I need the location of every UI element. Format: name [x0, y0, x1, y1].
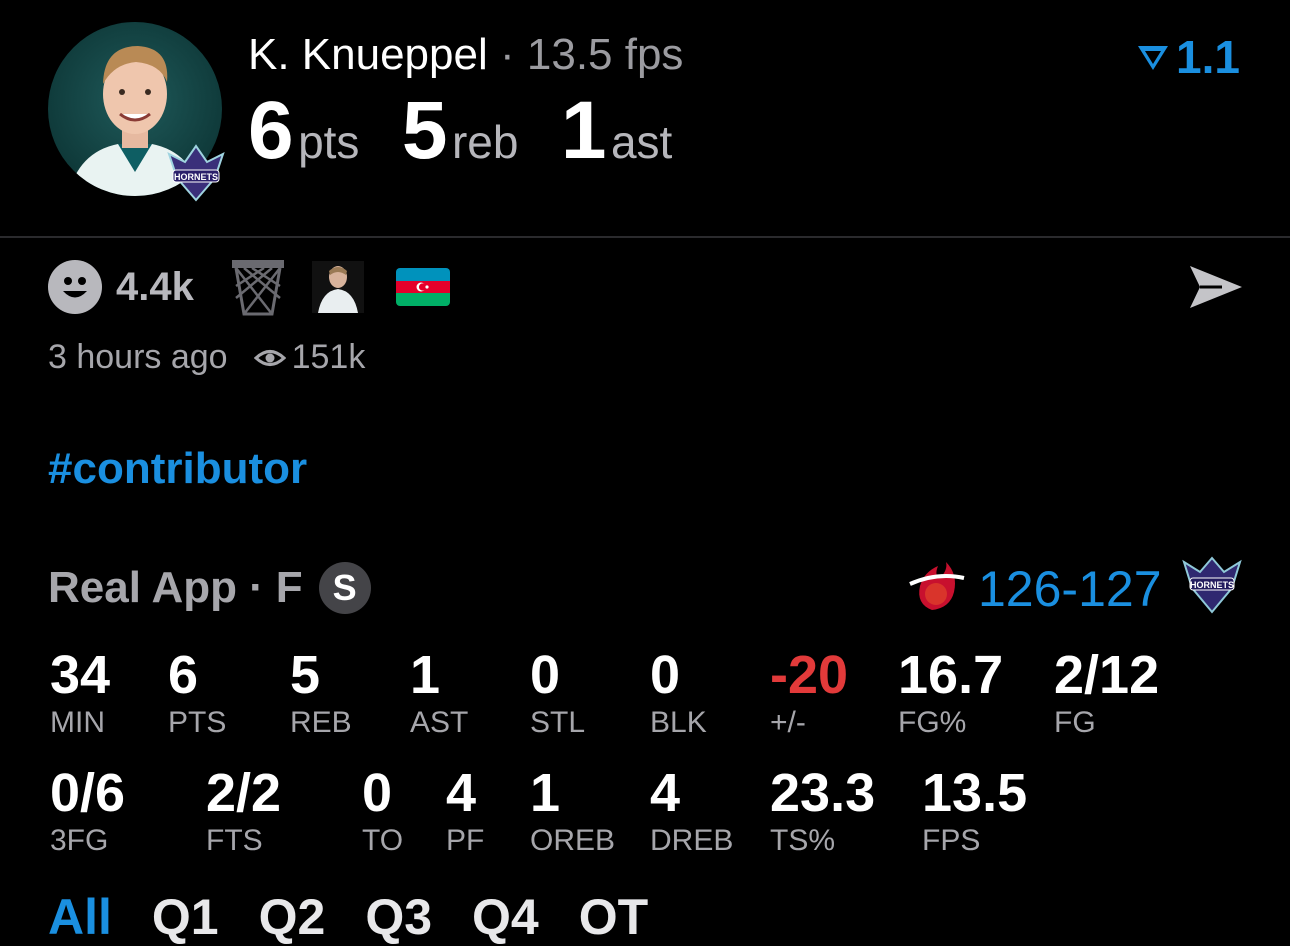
stat-label: TS% [770, 824, 836, 857]
stat-value: 0 [362, 763, 393, 823]
stat-value: 2/2 [206, 763, 282, 823]
stat-pf: 4 PF [446, 766, 484, 858]
stat-fg: 2/12 FG [1054, 648, 1159, 740]
points-value: 6 [248, 85, 294, 176]
post-time: 3 hours ago [48, 338, 228, 376]
svg-text:HORNETS: HORNETS [1190, 580, 1234, 590]
reaction-count[interactable]: 4.4k [116, 265, 194, 310]
game-score[interactable]: 126-127 [978, 560, 1162, 618]
stat-value: 34 [50, 645, 111, 705]
svg-text:HORNETS: HORNETS [174, 172, 218, 182]
rating-value: 1.1 [1176, 31, 1240, 83]
stat-label: FTS [206, 824, 263, 857]
stat-value: 2/12 [1054, 645, 1160, 705]
name-separator: · [499, 30, 515, 79]
source-name: Real App [48, 563, 238, 612]
stat-label: PTS [168, 706, 227, 739]
s-badge[interactable]: S [318, 562, 371, 614]
player-name[interactable]: K. Knueppel [248, 30, 488, 79]
stat-value: 16.7 [898, 645, 1004, 705]
game-source: Real App · F S [48, 562, 371, 614]
tab-q2[interactable]: Q2 [259, 888, 326, 946]
tab-ot[interactable]: OT [579, 888, 648, 946]
stat-value: 0/6 [50, 763, 126, 823]
stat-value: 5 [290, 645, 321, 705]
stat-oreb: 1 OREB [530, 766, 615, 858]
tab-q1[interactable]: Q1 [152, 888, 219, 946]
stat-pts: 6 PTS [168, 648, 226, 740]
rating-arrow-icon [1138, 46, 1169, 70]
assists-unit: ast [610, 116, 673, 168]
player-name-line: K. Knueppel · 13.5 fps [248, 30, 683, 80]
assists-value: 1 [560, 85, 607, 176]
divider [0, 236, 1290, 238]
stat-dreb: 4 DREB [650, 766, 733, 858]
stat-label: FPS [922, 824, 981, 857]
hashtag-link[interactable]: #contributor [48, 444, 307, 494]
send-icon[interactable] [1188, 262, 1244, 312]
points-unit: pts [298, 116, 360, 168]
smile-icon[interactable] [48, 260, 102, 314]
hornets-logo-icon: HORNETS [165, 140, 227, 202]
stat-label: PF [446, 824, 485, 857]
stat-label: AST [410, 706, 469, 739]
stat-label: OREB [530, 824, 616, 857]
tab-q4[interactable]: Q4 [472, 888, 539, 946]
stat-value: 23.3 [770, 763, 876, 823]
stat-label: FG% [898, 706, 967, 739]
stat-min: 34 MIN [50, 648, 110, 740]
stat-label: +/- [770, 706, 806, 739]
game-status: F [275, 563, 303, 612]
view-count: 151k [291, 338, 366, 376]
stat-value: 0 [530, 645, 561, 705]
stat-fts: 2/2 FTS [206, 766, 281, 858]
fantasy-points: 13.5 fps [526, 30, 684, 79]
stat-ast: 1 AST [410, 648, 468, 740]
reactions-bar: 4.4k [48, 258, 450, 316]
stat-reb: 5 REB [290, 648, 352, 740]
stat-to: 0 TO [362, 766, 403, 858]
stat-ts-pct: 23.3 TS% [770, 766, 875, 858]
stat-label: DREB [650, 824, 734, 857]
rating-badge[interactable]: 1.1 [1136, 30, 1240, 84]
stat-label: FG [1054, 706, 1096, 739]
mini-player-icon[interactable] [311, 261, 364, 313]
source-separator: · [249, 563, 264, 612]
eye-icon [253, 349, 286, 366]
stat-value: 6 [168, 645, 199, 705]
stat-blk: 0 BLK [650, 648, 707, 740]
post-meta: 3 hours ago 151k [48, 338, 365, 377]
period-tabs: All Q1 Q2 Q3 Q4 OT [48, 888, 648, 946]
stat-plus-minus: -20 +/- [770, 648, 848, 740]
hoop-icon[interactable] [230, 258, 286, 316]
stat-value: 1 [410, 645, 441, 705]
tab-all[interactable]: All [48, 888, 112, 946]
stat-fps: 13.5 FPS [922, 766, 1027, 858]
headline-stats: 6 pts 5 reb 1 ast [248, 90, 710, 172]
hornets-logo-icon[interactable]: HORNETS [1182, 556, 1242, 614]
stat-value: 4 [446, 763, 477, 823]
tab-q3[interactable]: Q3 [365, 888, 432, 946]
stat-value: 1 [530, 763, 561, 823]
stat-label: MIN [50, 706, 105, 739]
stat-stl: 0 STL [530, 648, 585, 740]
heat-logo-icon[interactable] [908, 560, 966, 614]
stat-label: TO [362, 824, 404, 857]
stat-value: 13.5 [922, 763, 1028, 823]
stat-label: REB [290, 706, 352, 739]
stat-value: 4 [650, 763, 681, 823]
stat-value: 0 [650, 645, 681, 705]
stat-value: -20 [770, 645, 849, 705]
stat-label: 3FG [50, 824, 109, 857]
stat-label: BLK [650, 706, 707, 739]
rebounds-unit: reb [451, 116, 519, 168]
azerbaijan-flag-icon[interactable] [395, 268, 450, 306]
rebounds-value: 5 [401, 85, 448, 176]
stat-fg-pct: 16.7 FG% [898, 648, 1003, 740]
stat-label: STL [530, 706, 586, 739]
stat-3fg: 0/6 3FG [50, 766, 125, 858]
